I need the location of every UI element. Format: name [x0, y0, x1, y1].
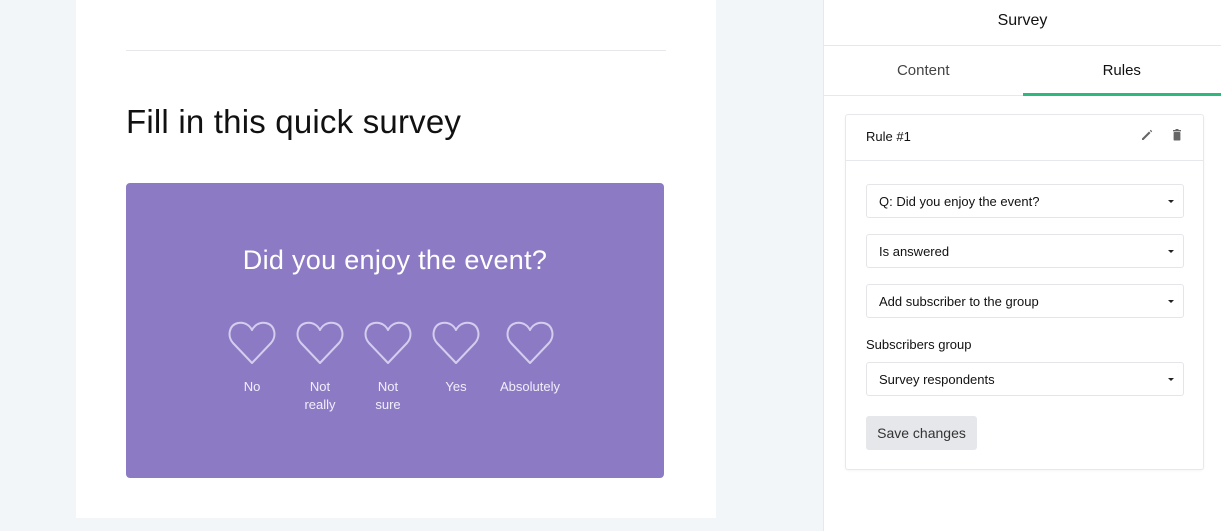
condition-select[interactable]: Is answered — [866, 234, 1184, 268]
action-select[interactable]: Add subscriber to the group — [866, 284, 1184, 318]
survey-question: Did you enjoy the event? — [242, 245, 548, 275]
rule-header: Rule #1 — [846, 115, 1203, 161]
save-changes-button[interactable]: Save changes — [866, 416, 977, 450]
heart-outline-icon — [364, 321, 412, 364]
option-label: Yes — [445, 379, 467, 394]
caret-down-icon — [1168, 378, 1174, 381]
email-preview: Fill in this quick survey Did you enjoy … — [76, 0, 716, 518]
trash-icon[interactable] — [1169, 127, 1185, 143]
rule-title: Rule #1 — [866, 129, 911, 144]
divider — [126, 50, 666, 51]
heart-outline-icon — [506, 321, 554, 364]
heart-outline-icon — [228, 321, 276, 364]
survey-option-yes[interactable]: Yes — [416, 321, 496, 396]
heart-outline-icon — [432, 321, 480, 364]
survey-option-absolutely[interactable]: Absolutely — [490, 321, 570, 396]
option-label: Absolutely — [500, 379, 560, 394]
survey-heading: Fill in this quick survey — [126, 103, 462, 140]
pencil-icon[interactable] — [1139, 127, 1155, 143]
caret-down-icon — [1168, 250, 1174, 253]
editor-canvas: Fill in this quick survey Did you enjoy … — [0, 0, 824, 531]
question-select[interactable]: Q: Did you enjoy the event? — [866, 184, 1184, 218]
tab-rules[interactable]: Rules — [1022, 46, 1221, 96]
tab-content[interactable]: Content — [824, 46, 1023, 95]
panel-tabs: Content Rules — [824, 46, 1221, 96]
rule-card: Rule #1 Q: Did you enjoy the event? Is a… — [845, 114, 1204, 470]
settings-panel: Survey Content Rules Rule #1 Q: Did you … — [823, 0, 1221, 531]
caret-down-icon — [1168, 200, 1174, 203]
heart-outline-icon — [296, 321, 344, 364]
subscribers-group-select[interactable]: Survey respondents — [866, 362, 1184, 396]
subscribers-group-label: Subscribers group — [866, 337, 972, 352]
caret-down-icon — [1168, 300, 1174, 303]
panel-title: Survey — [824, 0, 1221, 46]
survey-block[interactable]: Did you enjoy the event? No Not really No… — [126, 183, 664, 478]
